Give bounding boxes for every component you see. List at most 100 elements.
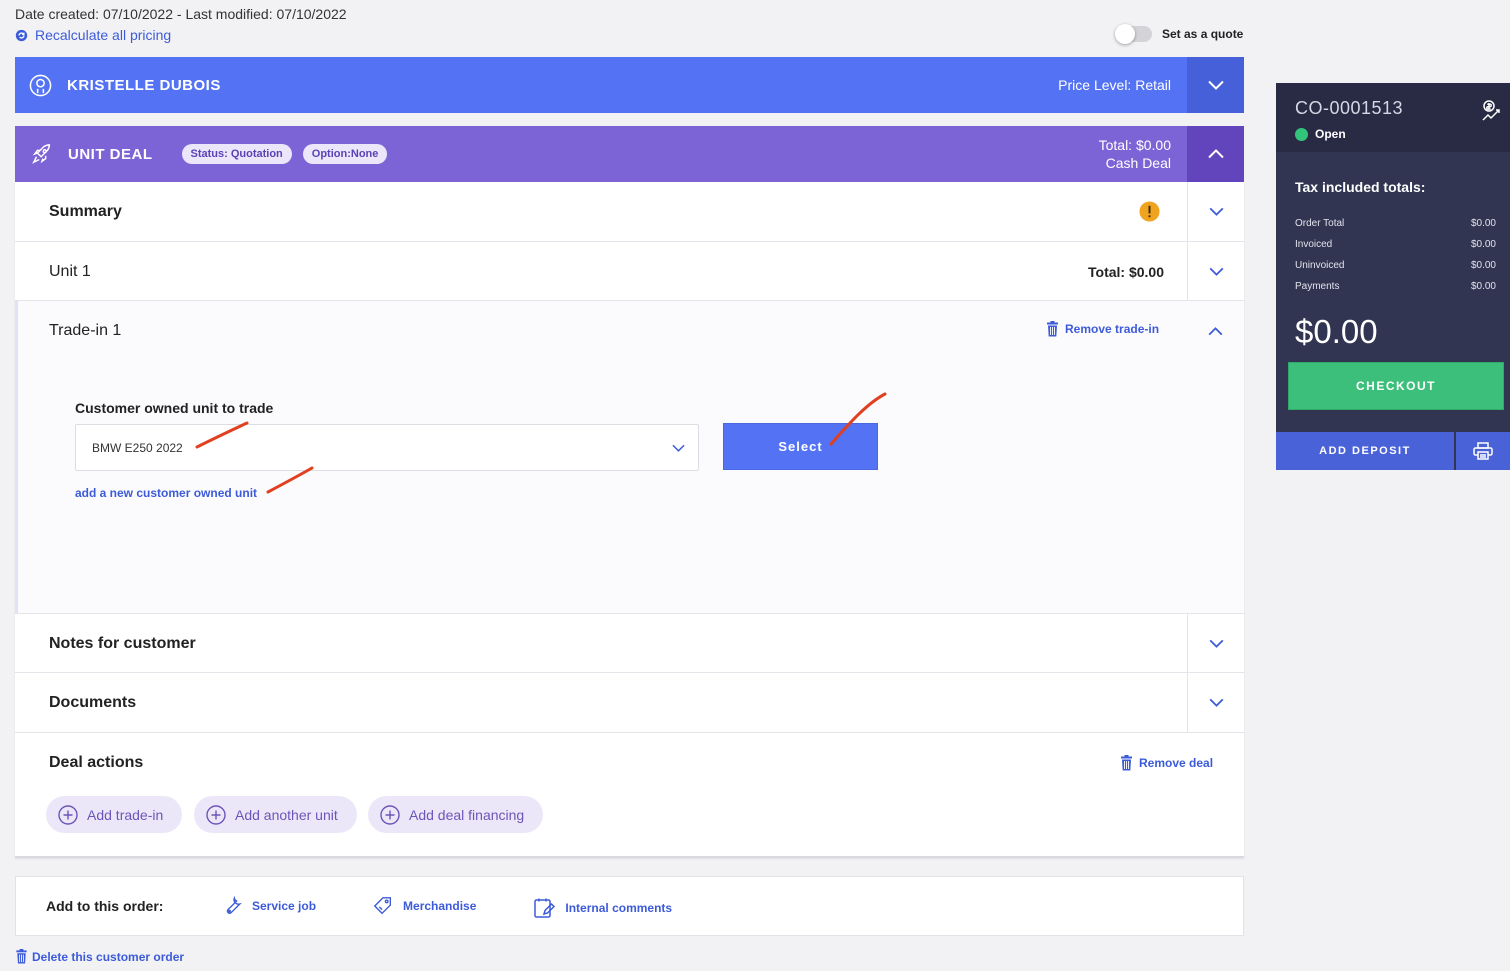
deal-actions-label: Deal actions — [49, 754, 144, 771]
chevron-down-icon — [672, 444, 685, 452]
customer-unit-value: BMW E250 2022 — [92, 440, 183, 455]
unit-deal-bar[interactable]: UNIT DEAL Status: Quotation Option:None … — [15, 126, 1244, 182]
remove-deal-link[interactable]: Remove deal — [1120, 755, 1213, 771]
refresh-icon — [15, 29, 28, 42]
add-unit-label: Add another unit — [235, 806, 338, 823]
add-unit-button[interactable]: Add another unit — [194, 796, 357, 833]
remove-deal-label: Remove deal — [1139, 756, 1214, 770]
plus-circle-icon — [380, 804, 400, 825]
total-value: $0.00 — [1470, 281, 1496, 292]
recalculate-label: Recalculate all pricing — [35, 27, 172, 43]
customer-name: KRISTELLE DUBOIS — [67, 76, 221, 94]
add-merchandise-link[interactable]: Merchandise — [372, 895, 476, 917]
total-value: $0.00 — [1470, 218, 1496, 229]
sidebar-header: CO-0001513 Open — [1276, 83, 1510, 152]
order-dates: Date created: 07/10/2022 - Last modified… — [15, 6, 347, 22]
unit-label: Unit 1 — [49, 263, 91, 280]
remove-tradein-link[interactable]: Remove trade-in — [1046, 321, 1159, 337]
customer-unit-select[interactable]: BMW E250 2022 — [75, 424, 699, 471]
plus-circle-icon — [58, 804, 78, 825]
delete-order-link[interactable]: Delete this customer order — [15, 949, 184, 964]
add-to-order-bar: Add to this order: Service job Merchandi… — [15, 876, 1244, 936]
total-row-order: Order Total $0.00 — [1295, 218, 1496, 229]
add-customer-unit-link[interactable]: add a new customer owned unit — [75, 486, 257, 500]
chevron-down-icon — [1209, 698, 1223, 707]
tag-icon — [373, 897, 392, 915]
add-tradein-button[interactable]: Add trade-in — [46, 796, 183, 833]
internal-comments-label: Internal comments — [565, 901, 673, 915]
notes-row[interactable]: Notes for customer — [15, 614, 1244, 673]
chevron-down-icon — [1209, 639, 1223, 648]
status-badge: Status: Quotation — [181, 144, 292, 164]
deal-totals: Total: $0.00 Cash Deal — [1099, 136, 1171, 172]
add-deposit-button[interactable]: ADD DEPOSIT — [1276, 432, 1454, 470]
recalculate-pricing-link[interactable]: Recalculate all pricing — [15, 27, 171, 43]
select-button[interactable]: Select — [723, 423, 878, 470]
documents-row[interactable]: Documents — [15, 673, 1244, 733]
add-service-job-link[interactable]: Service job — [221, 895, 316, 917]
summary-expand-button[interactable] — [1187, 182, 1244, 241]
customer-expand-button[interactable] — [1187, 57, 1244, 113]
option-badge: Option:None — [302, 144, 388, 164]
total-value: $0.00 — [1470, 239, 1496, 250]
chevron-down-icon — [1209, 207, 1223, 216]
plus-circle-icon — [206, 804, 226, 825]
order-status: Open — [1295, 127, 1491, 141]
total-row-payments: Payments $0.00 — [1295, 281, 1496, 292]
print-button[interactable] — [1456, 432, 1510, 470]
wrench-icon — [226, 895, 242, 914]
total-label: Payments — [1295, 281, 1340, 292]
rocket-icon — [31, 143, 53, 165]
total-label: Order Total — [1295, 218, 1345, 229]
delete-order-label: Delete this customer order — [32, 949, 185, 964]
status-dot — [1295, 127, 1308, 141]
service-job-label: Service job — [252, 899, 317, 913]
merchandise-label: Merchandise — [403, 899, 477, 913]
deal-collapse-button[interactable] — [1187, 126, 1244, 182]
deal-title: UNIT DEAL — [68, 145, 153, 163]
trash-icon — [15, 949, 28, 964]
printer-icon — [1473, 442, 1493, 460]
add-tradein-label: Add trade-in — [87, 806, 164, 823]
notes-label: Notes for customer — [49, 635, 196, 652]
order-status-label: Open — [1315, 127, 1346, 141]
checkout-button[interactable]: CHECKOUT — [1288, 362, 1504, 410]
total-label: Invoiced — [1295, 239, 1333, 250]
customer-bar[interactable]: KRISTELLE DUBOIS Price Level: Retail — [15, 57, 1244, 113]
add-to-order-label: Add to this order: — [46, 898, 164, 914]
documents-expand-button[interactable] — [1187, 673, 1244, 732]
deal-actions-section: Deal actions Remove deal Add trade-in Ad… — [15, 733, 1244, 858]
chevron-up-icon — [1207, 149, 1224, 159]
set-as-quote-toggle[interactable] — [1115, 24, 1152, 44]
documents-label: Documents — [49, 694, 137, 711]
total-value: $0.00 — [1470, 260, 1496, 271]
unit-row[interactable]: Unit 1 Total: $0.00 — [15, 242, 1244, 301]
notes-expand-button[interactable] — [1187, 614, 1244, 672]
tradein-label: Trade-in 1 — [49, 322, 122, 339]
deal-panel: Summary Unit 1 Total: $0.00 Trade-in 1 R… — [15, 182, 1244, 858]
customer-icon — [29, 74, 52, 97]
unit-total: Total: $0.00 — [1088, 264, 1164, 280]
add-financing-button[interactable]: Add deal financing — [368, 796, 544, 833]
tradein-collapse-button[interactable] — [1187, 301, 1244, 361]
total-label: Uninvoiced — [1295, 260, 1345, 271]
add-financing-label: Add deal financing — [409, 806, 525, 823]
tradein-section: Trade-in 1 Remove trade-in Customer owne… — [15, 301, 1244, 614]
trash-icon — [1046, 321, 1059, 337]
chevron-down-icon — [1207, 80, 1224, 90]
clipboard-edit-icon — [534, 898, 556, 918]
chevron-up-icon — [1208, 326, 1223, 335]
price-trend-icon[interactable] — [1480, 99, 1504, 123]
price-level: Price Level: Retail — [1058, 77, 1171, 93]
balance-amount: $0.00 — [1295, 313, 1378, 350]
order-summary-sidebar: CO-0001513 Open Tax included totals: Ord… — [1276, 83, 1510, 470]
add-internal-comments-link[interactable]: Internal comments — [532, 896, 672, 920]
deal-total: Total: $0.00 — [1098, 137, 1171, 153]
summary-label: Summary — [49, 203, 122, 220]
total-row-invoiced: Invoiced $0.00 — [1295, 239, 1496, 250]
trash-icon — [1120, 755, 1133, 771]
tax-heading: Tax included totals: — [1295, 179, 1426, 195]
remove-tradein-label: Remove trade-in — [1065, 322, 1160, 336]
summary-row[interactable]: Summary — [15, 182, 1244, 242]
unit-expand-button[interactable] — [1187, 242, 1244, 300]
